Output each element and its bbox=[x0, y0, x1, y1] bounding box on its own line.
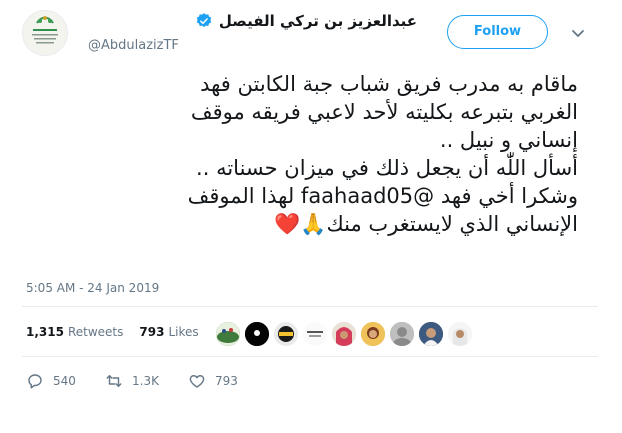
retweet-count: 1.3K bbox=[132, 374, 159, 388]
retweet-icon bbox=[106, 375, 122, 387]
tweet-line: الإنساني الذي لايستغرب منك bbox=[326, 212, 578, 236]
retweets-label[interactable]: Retweets bbox=[68, 325, 123, 339]
liker-avatar[interactable] bbox=[272, 320, 300, 348]
tweet-line: إنساني و نبيل .. bbox=[439, 128, 578, 152]
like-icon bbox=[189, 375, 205, 388]
liker-avatar[interactable] bbox=[243, 320, 271, 348]
retweets-count[interactable]: 1,315 bbox=[26, 325, 64, 339]
liker-avatar[interactable] bbox=[330, 320, 358, 348]
divider bbox=[22, 356, 598, 357]
verified-badge-icon bbox=[196, 13, 212, 28]
liker-avatar[interactable] bbox=[214, 320, 242, 348]
retweet-action[interactable]: 1.3K bbox=[105, 372, 159, 390]
like-count: 793 bbox=[215, 374, 238, 388]
liker-avatar[interactable] bbox=[446, 320, 474, 348]
tweet-stats: 1,315 Retweets 793 Likes bbox=[26, 325, 199, 339]
tweet-timestamp[interactable]: 5:05 AM - 24 Jan 2019 bbox=[26, 281, 159, 295]
liker-avatar[interactable] bbox=[417, 320, 445, 348]
user-name-block[interactable]: عبدالعزيز بن تركي الفيصل bbox=[195, 12, 417, 30]
like-action[interactable]: 793 bbox=[188, 372, 238, 390]
tweet-line: ماقام به مدرب فريق شباب جبة الكابتن فهد bbox=[200, 72, 578, 96]
user-handle[interactable]: @AbdulazizTF bbox=[88, 38, 179, 53]
tweet-emojis: 🙏❤️ bbox=[274, 212, 327, 236]
divider bbox=[22, 306, 598, 307]
tweet-line: أسأل اللّٰه أن يجعل ذلك في ميزان حسناته … bbox=[196, 156, 578, 180]
likes-label[interactable]: Likes bbox=[168, 325, 198, 339]
avatar[interactable] bbox=[22, 10, 68, 56]
reply-action[interactable]: 540 bbox=[26, 372, 76, 390]
liker-avatar[interactable] bbox=[301, 320, 329, 348]
likes-count[interactable]: 793 bbox=[139, 325, 164, 339]
liker-avatar[interactable] bbox=[359, 320, 387, 348]
liker-avatar[interactable] bbox=[388, 320, 416, 348]
tweet-card: Follow عبدالعزيز بن تركي الفيصل @Abdulaz… bbox=[0, 0, 622, 433]
chevron-down-icon[interactable] bbox=[568, 24, 588, 44]
reply-icon bbox=[28, 374, 42, 389]
follow-button[interactable]: Follow bbox=[447, 15, 548, 49]
tweet-line: وشكرا أخي فهد @faahaad05 لهذا الموقف bbox=[187, 184, 578, 208]
tweet-line-last: الإنساني الذي لايستغرب منك🙏❤️ bbox=[38, 210, 578, 238]
reply-count: 540 bbox=[53, 374, 76, 388]
user-fullname[interactable]: عبدالعزيز بن تركي الفيصل bbox=[219, 12, 417, 30]
tweet-text: ماقام به مدرب فريق شباب جبة الكابتن فهد … bbox=[38, 70, 578, 238]
tweet-line: الغربي بتبرعه بكليته لأحد لاعبي فريقه مو… bbox=[190, 100, 578, 124]
